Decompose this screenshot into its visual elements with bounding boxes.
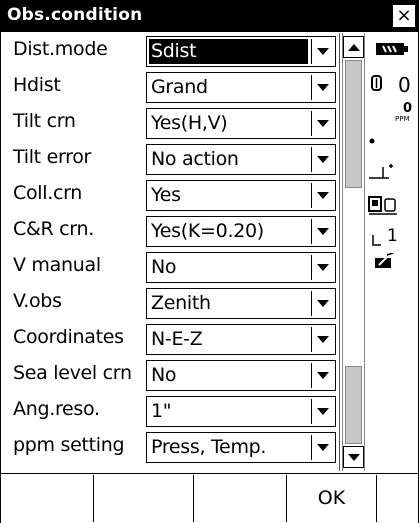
face-indicator: 1 xyxy=(367,226,417,251)
ppm-setting-select[interactable]: Press, Temp. xyxy=(146,432,336,463)
dist-mode-label: Dist.mode xyxy=(13,38,108,60)
tilt-error-select[interactable]: No action xyxy=(146,144,336,175)
tilt-error-label: Tilt error xyxy=(13,146,92,168)
face-bracket-icon xyxy=(372,235,381,246)
softkey-5[interactable] xyxy=(377,475,418,522)
close-button[interactable]: × xyxy=(392,4,416,28)
dist-mode-value: Sdist xyxy=(149,39,308,64)
battery-icon xyxy=(367,41,417,60)
row-tilt-crn: Tilt crn Yes(H,V) xyxy=(3,105,339,141)
coordinates-value: N-E-Z xyxy=(151,328,203,350)
tilt-icon xyxy=(367,161,417,187)
softkey-bar: OK xyxy=(1,473,418,523)
sea-level-crn-select[interactable]: No xyxy=(146,360,336,391)
v-manual-value: No xyxy=(151,256,177,278)
tilt-crn-label: Tilt crn xyxy=(13,110,76,132)
chevron-down-icon[interactable] xyxy=(311,75,333,100)
title-bar: Obs.condition × xyxy=(1,1,418,32)
ang-reso-label: Ang.reso. xyxy=(13,398,100,420)
coll-crn-select[interactable]: Yes xyxy=(146,180,336,211)
dist-mode-select[interactable]: Sdist xyxy=(146,36,336,67)
ppm-value: 0 xyxy=(403,101,413,116)
cr-crn-select[interactable]: Yes(K=0.20) xyxy=(146,216,336,247)
softkey-3[interactable] xyxy=(194,475,287,522)
chevron-down-icon[interactable] xyxy=(311,111,333,136)
row-cr-crn: C&R crn. Yes(K=0.20) xyxy=(3,213,339,249)
row-v-manual: V manual No xyxy=(3,249,339,285)
sea-level-crn-label: Sea level crn xyxy=(13,362,132,384)
chevron-down-icon[interactable] xyxy=(311,39,333,64)
hdist-select[interactable]: Grand xyxy=(146,72,336,103)
ang-reso-select[interactable]: 1" xyxy=(146,396,336,427)
window-title: Obs.condition xyxy=(7,5,143,25)
tilt-crn-select[interactable]: Yes(H,V) xyxy=(146,108,336,139)
status-bar: 0 0 PPM 1 xyxy=(367,33,417,471)
row-ppm-setting: ppm setting Press, Temp. xyxy=(3,429,339,465)
coordinates-select[interactable]: N-E-Z xyxy=(146,324,336,355)
ppm-unit-label: PPM xyxy=(395,115,410,123)
softkey-1[interactable] xyxy=(1,475,94,522)
row-hdist: Hdist Grand xyxy=(3,69,339,105)
chevron-down-icon[interactable] xyxy=(311,399,333,424)
tilt-error-value: No action xyxy=(151,148,239,170)
ppm-setting-value: Press, Temp. xyxy=(151,436,267,458)
chevron-down-icon[interactable] xyxy=(311,147,333,172)
row-coordinates: Coordinates N-E-Z xyxy=(3,321,339,357)
scroll-thumb-lower[interactable] xyxy=(345,366,362,444)
scroll-thumb[interactable] xyxy=(345,60,362,188)
coll-crn-label: Coll.crn xyxy=(13,182,83,204)
chevron-down-icon[interactable] xyxy=(311,435,333,460)
softkey-2[interactable] xyxy=(94,475,194,522)
row-dist-mode: Dist.mode Sdist xyxy=(3,33,339,69)
v-manual-select[interactable]: No xyxy=(146,252,336,283)
settings-list: Dist.mode Sdist Hdist Grand Tilt crn Yes… xyxy=(3,33,340,471)
prism-constant-icon xyxy=(371,75,382,91)
chevron-down-icon[interactable] xyxy=(311,219,333,244)
face-value: 1 xyxy=(387,226,398,246)
v-manual-label: V manual xyxy=(13,254,101,276)
atmos-indicator: 0 xyxy=(367,71,417,97)
vertical-scrollbar[interactable] xyxy=(342,33,365,471)
scroll-down-button[interactable] xyxy=(343,446,364,468)
row-v-obs: V.obs Zenith xyxy=(3,285,339,321)
v-obs-select[interactable]: Zenith xyxy=(146,288,336,319)
row-tilt-error: Tilt error No action xyxy=(3,141,339,177)
cr-crn-label: C&R crn. xyxy=(13,218,94,240)
chevron-down-icon[interactable] xyxy=(311,327,333,352)
chevron-down-icon[interactable] xyxy=(311,291,333,316)
hdist-label: Hdist xyxy=(13,74,61,96)
ppm-setting-label: ppm setting xyxy=(13,434,125,456)
chevron-down-icon[interactable] xyxy=(311,255,333,280)
instrument-icon xyxy=(367,193,417,221)
scroll-track[interactable] xyxy=(345,60,362,444)
v-obs-value: Zenith xyxy=(151,292,211,314)
chevron-down-icon[interactable] xyxy=(311,183,333,208)
ppm-indicator: 0 PPM xyxy=(367,99,417,133)
cr-crn-value: Yes(K=0.20) xyxy=(151,220,264,242)
atmos-value: 0 xyxy=(398,73,411,97)
sea-level-crn-value: No xyxy=(151,364,177,386)
chevron-down-icon[interactable] xyxy=(311,363,333,388)
row-sea-level-crn: Sea level crn No xyxy=(3,357,339,393)
dot-icon xyxy=(367,137,417,149)
ang-reso-value: 1" xyxy=(151,400,172,422)
row-ang-reso: Ang.reso. 1" xyxy=(3,393,339,429)
scroll-up-button[interactable] xyxy=(343,36,364,58)
row-coll-crn: Coll.crn Yes xyxy=(3,177,339,213)
coll-crn-value: Yes xyxy=(151,184,181,206)
ok-button[interactable]: OK xyxy=(287,475,377,522)
hdist-value: Grand xyxy=(151,76,208,98)
pen-input-icon[interactable] xyxy=(367,253,417,273)
coordinates-label: Coordinates xyxy=(13,326,124,348)
v-obs-label: V.obs xyxy=(13,290,62,312)
tilt-crn-value: Yes(H,V) xyxy=(151,112,228,134)
